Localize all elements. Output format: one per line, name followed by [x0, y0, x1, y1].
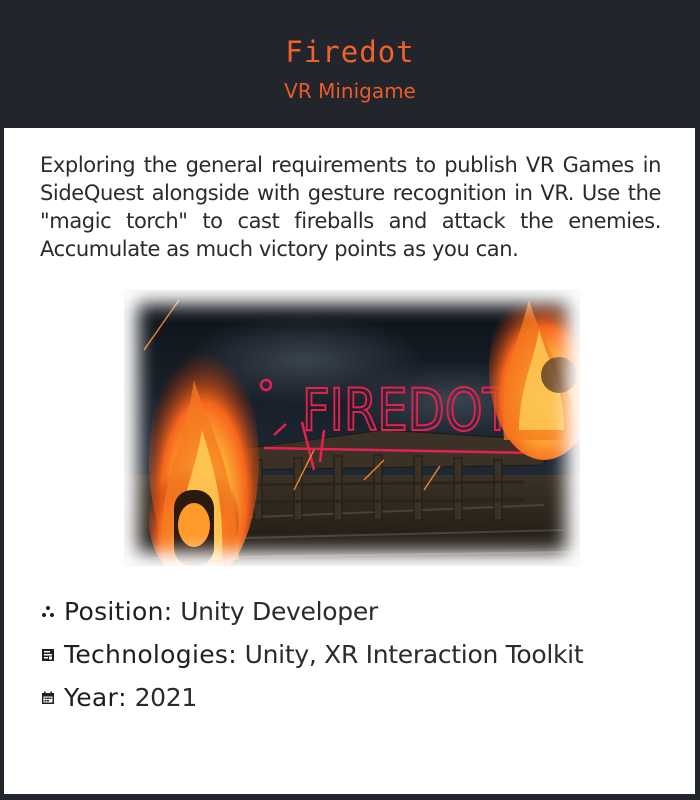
detail-position-separator: : — [163, 597, 173, 626]
project-description: Exploring the general requirements to pu… — [40, 153, 661, 261]
project-card: Exploring the general requirements to pu… — [4, 128, 695, 794]
detail-technologies-separator: : — [228, 640, 237, 669]
detail-position: Position : Unity Developer — [40, 590, 680, 633]
detail-position-value: Unity Developer — [180, 597, 378, 626]
game-screenshot-image: FIREDOT — [124, 290, 580, 566]
detail-position-key: Position — [64, 597, 164, 626]
page-header: Firedot VR Minigame — [0, 0, 700, 128]
calendar-icon — [40, 690, 56, 706]
detail-year-value: 2021 — [134, 683, 198, 712]
document-icon — [40, 647, 56, 663]
detail-technologies-key: Technologies — [64, 640, 229, 669]
detail-year-key: Year — [64, 683, 119, 712]
project-subtitle: VR Minigame — [284, 79, 416, 103]
detail-technologies-value: Unity, XR Interaction Toolkit — [244, 640, 584, 669]
screenshot-sign-text: FIREDOT — [302, 376, 513, 444]
game-screenshot: FIREDOT — [124, 290, 580, 566]
project-title: Firedot — [285, 35, 415, 69]
people-icon — [40, 604, 56, 620]
project-details: Position : Unity Developer Technologies … — [40, 590, 680, 719]
detail-technologies: Technologies : Unity, XR Interaction Too… — [40, 633, 680, 676]
detail-year: Year : 2021 — [40, 676, 680, 719]
detail-year-separator: : — [118, 683, 127, 712]
